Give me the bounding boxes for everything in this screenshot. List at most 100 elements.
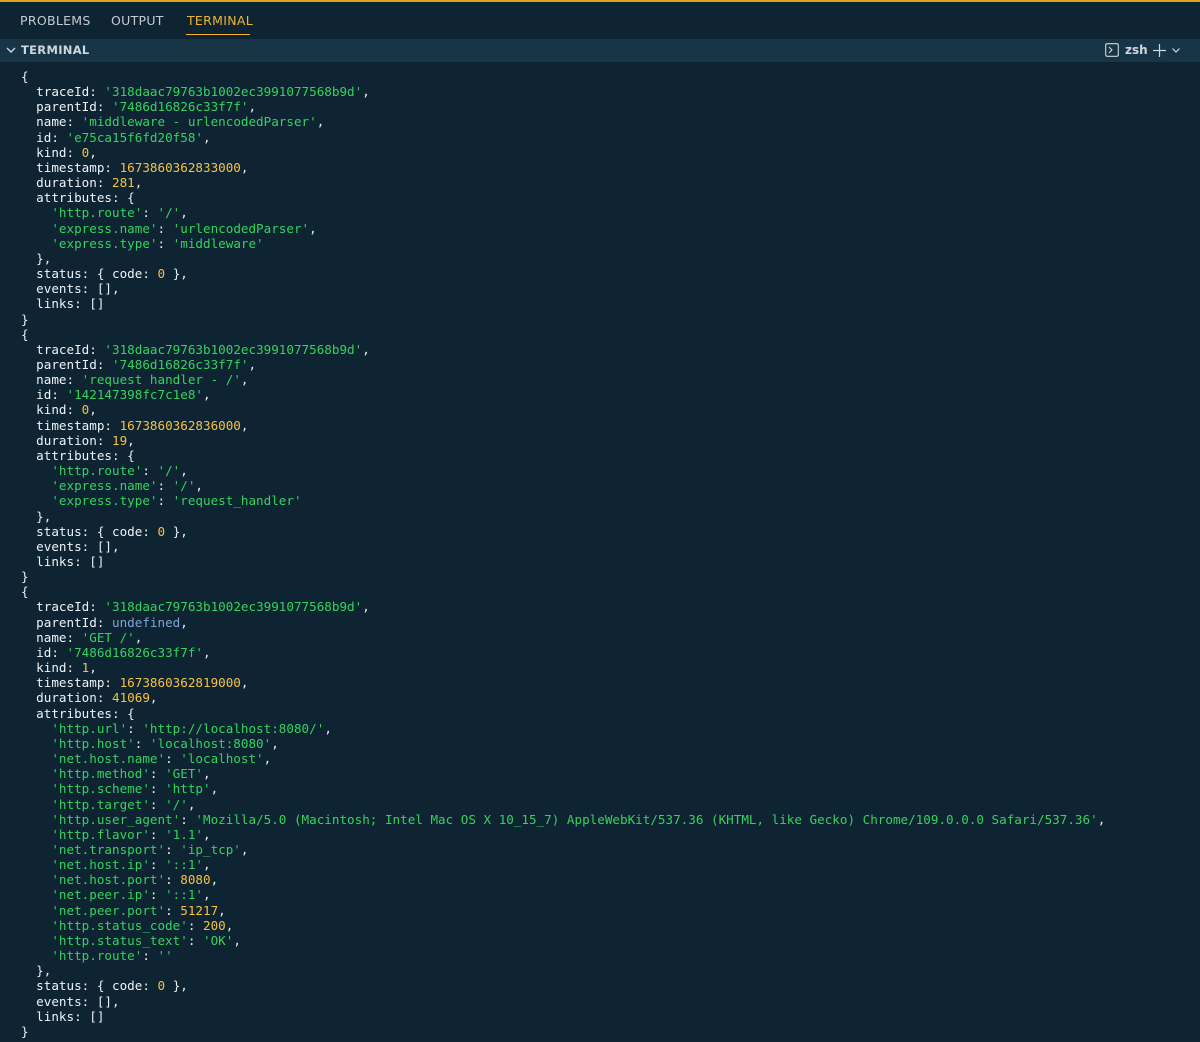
punctuation-token: : — [165, 902, 181, 918]
string-token: '::1' — [165, 887, 203, 903]
punctuation-token: : — [157, 478, 173, 494]
tab-problems[interactable]: PROBLEMS — [20, 2, 91, 39]
key-token: timestamp — [21, 159, 105, 175]
chevron-down-icon[interactable] — [5, 44, 17, 56]
punctuation-token: : — [51, 387, 67, 403]
string-token: 'http' — [165, 781, 211, 797]
string-token: '7486d16826c33f7f' — [112, 99, 249, 115]
terminal-line: }, — [21, 509, 1105, 524]
number-token: 0 — [157, 978, 166, 994]
terminal-line: attributes: { — [21, 448, 1105, 463]
key-token: parentId — [21, 356, 97, 372]
punctuation-token: , — [134, 175, 143, 191]
punctuation-token: }, — [165, 266, 188, 282]
punctuation-token: : [] — [74, 296, 105, 312]
punctuation-token: }, — [21, 963, 52, 979]
punctuation-token: : — [149, 781, 166, 797]
terminal-line: duration: 281, — [21, 175, 1105, 190]
punctuation-token: : — [66, 402, 82, 418]
terminal-line: 'http.status_text': 'OK', — [21, 933, 1105, 948]
punctuation-token: , — [240, 159, 249, 175]
string-token: 'express.name' — [21, 220, 158, 236]
punctuation-token: : — [96, 432, 112, 448]
punctuation-token: : { — [81, 978, 113, 994]
punctuation-token: : — [142, 523, 158, 539]
string-token: 'express.type' — [21, 235, 158, 251]
number-token: 1673860362833000 — [119, 159, 241, 175]
terminal-icon[interactable] — [1105, 43, 1119, 57]
terminal-section-header[interactable]: TERMINAL zsh — [0, 39, 1200, 62]
terminal-line: kind: 1, — [21, 660, 1105, 675]
punctuation-token: , — [362, 84, 370, 100]
key-token: kind — [21, 660, 67, 676]
terminal-line: timestamp: 1673860362819000, — [21, 675, 1105, 690]
terminal-line: parentId: undefined, — [21, 615, 1105, 630]
key-token: kind — [21, 402, 67, 418]
punctuation-token: , — [127, 432, 135, 448]
key-token: timestamp — [21, 675, 105, 691]
panel-tab-bar: PROBLEMS OUTPUT TERMINAL — [0, 2, 1200, 39]
string-token: 'http.url' — [21, 720, 128, 736]
punctuation-token: , — [180, 205, 188, 221]
terminal-line: status: { code: 0 }, — [21, 266, 1105, 281]
punctuation-token: }, — [21, 508, 52, 524]
punctuation-token: : { — [112, 190, 135, 206]
punctuation-token: : — [66, 660, 82, 676]
string-token: 'request_handler' — [172, 493, 302, 509]
punctuation-token: : — [142, 978, 158, 994]
string-token: 'GET' — [165, 766, 203, 782]
punctuation-token: { — [21, 584, 29, 600]
punctuation-token: , — [240, 417, 249, 433]
string-token: 'http.route' — [21, 205, 143, 221]
terminal-line: links: [] — [21, 1009, 1105, 1024]
terminal-line: }, — [21, 963, 1105, 978]
string-token: 'request handler - /' — [81, 372, 241, 388]
terminal-line: { — [21, 327, 1105, 342]
terminal-line: 'http.host': 'localhost:8080', — [21, 736, 1105, 751]
key-token: duration — [21, 690, 97, 706]
punctuation-token: : — [157, 493, 173, 509]
terminal-line: 'net.peer.ip': '::1', — [21, 887, 1105, 902]
shell-name-label[interactable]: zsh — [1125, 39, 1148, 62]
terminal-line: duration: 19, — [21, 433, 1105, 448]
key-token: parentId — [21, 99, 97, 115]
punctuation-token: , — [203, 826, 211, 842]
punctuation-token: : — [96, 175, 112, 191]
terminal-viewport[interactable]: { traceId: '318daac79763b1002ec399107756… — [0, 62, 1200, 1042]
number-token: 41069 — [112, 690, 150, 706]
key-token: id — [21, 129, 52, 145]
punctuation-token: : — [96, 614, 112, 630]
punctuation-token: : — [157, 220, 173, 236]
terminal-line: name: 'middleware - urlencodedParser', — [21, 114, 1105, 129]
plus-icon[interactable] — [1152, 43, 1167, 58]
punctuation-token: : — [104, 159, 120, 175]
key-token: links — [21, 554, 75, 569]
punctuation-token: : — [89, 341, 105, 357]
string-token: 'net.host.ip' — [21, 857, 150, 873]
string-token: 'net.host.port' — [21, 872, 166, 888]
punctuation-token: , — [316, 114, 325, 130]
terminal-line: events: [], — [21, 994, 1105, 1009]
terminal-line: 'net.host.name': 'localhost', — [21, 751, 1105, 766]
punctuation-token: : — [89, 599, 105, 615]
key-token: status — [21, 266, 82, 282]
string-token: '318daac79763b1002ec3991077568b9d' — [104, 341, 363, 357]
punctuation-token: : — [157, 235, 173, 251]
string-token: '' — [157, 948, 173, 964]
key-token: status — [21, 523, 82, 539]
string-token: '318daac79763b1002ec3991077568b9d' — [104, 84, 363, 100]
string-token: 'http.status_text' — [21, 932, 188, 948]
number-token: 0 — [157, 266, 166, 282]
terminal-line: name: 'GET /', — [21, 630, 1105, 645]
punctuation-token: , — [180, 614, 188, 630]
punctuation-token: , — [271, 735, 279, 751]
punctuation-token: , — [240, 841, 249, 857]
terminal-line: id: '7486d16826c33f7f', — [21, 645, 1105, 660]
tab-output[interactable]: OUTPUT — [111, 2, 164, 39]
string-token: 'http.host' — [21, 735, 135, 751]
number-token: 1673860362819000 — [119, 675, 241, 691]
punctuation-token: , — [240, 675, 249, 691]
string-token: '/' — [165, 796, 188, 812]
dropdown-chevron-icon[interactable] — [1171, 45, 1181, 55]
terminal-line: events: [], — [21, 281, 1105, 296]
